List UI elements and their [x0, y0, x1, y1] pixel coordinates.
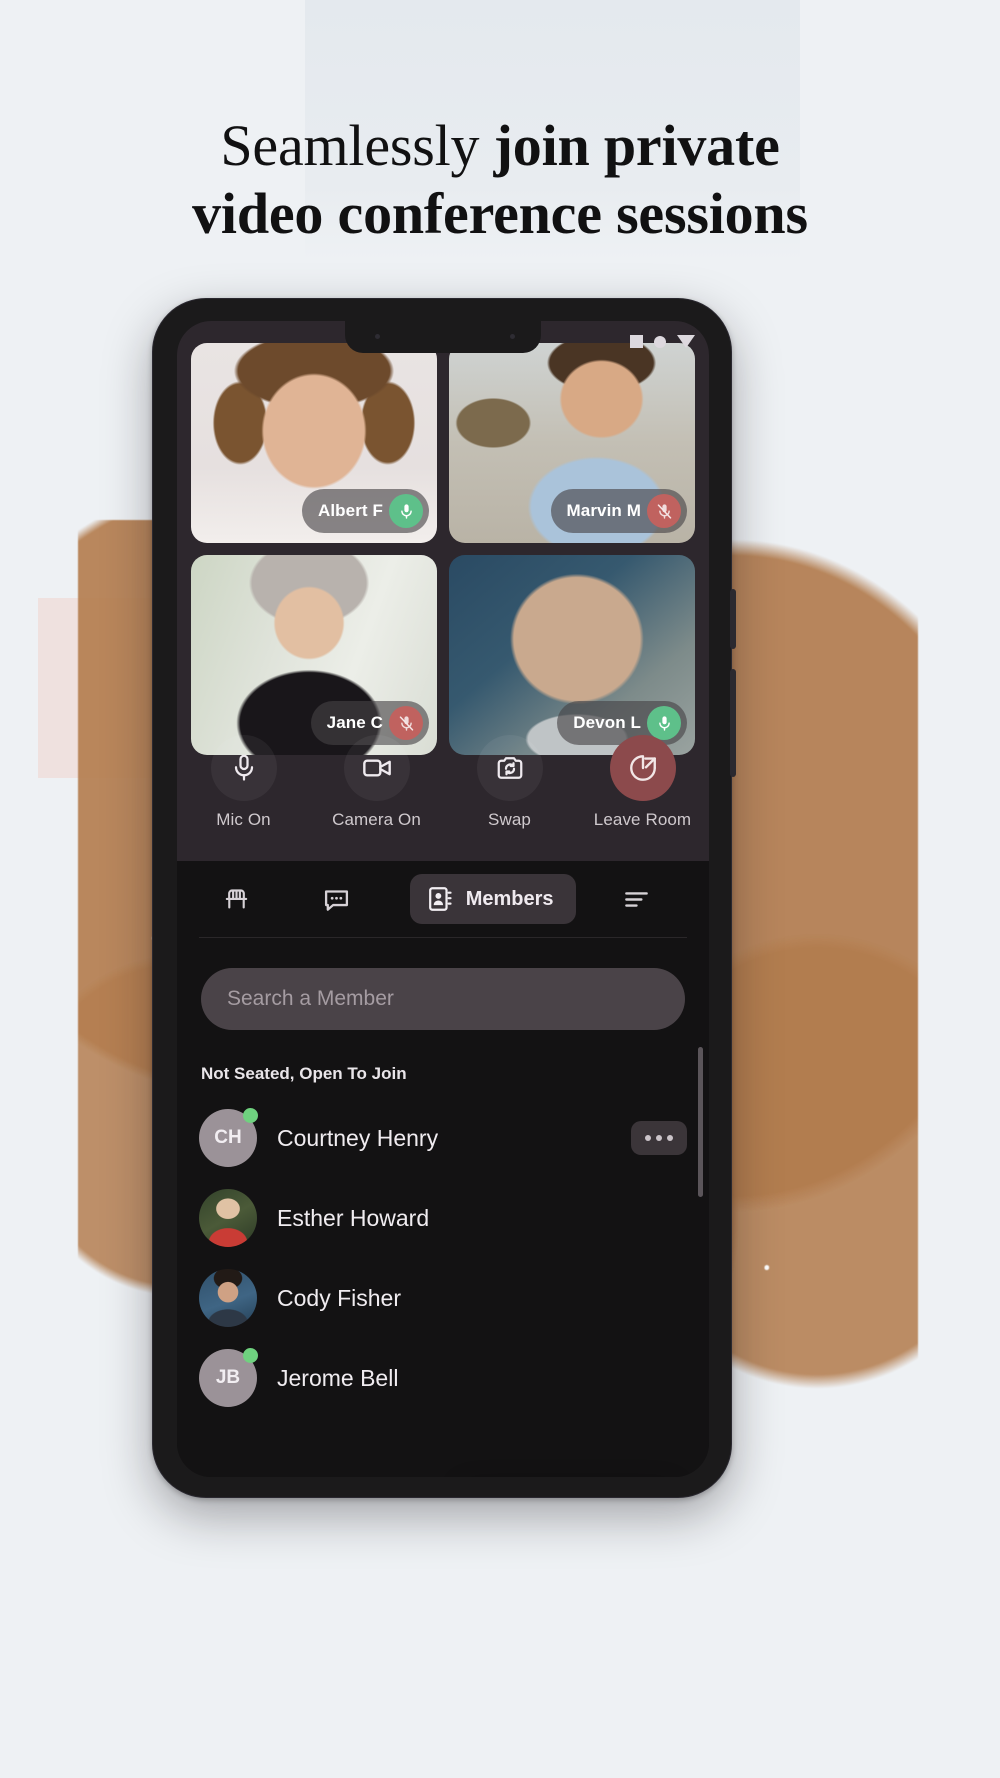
members-section-title: Not Seated, Open To Join	[201, 1064, 407, 1083]
call-controls: Mic On Camera On Swap Leave Room	[177, 721, 709, 861]
participant-name: Albert F	[317, 501, 383, 520]
members-panel: Members Search a Member Not Seated, Open…	[177, 861, 709, 1477]
chat-icon	[322, 885, 351, 914]
video-tile[interactable]: Albert F	[191, 343, 437, 543]
participant-name-pill: Marvin M	[550, 489, 687, 533]
participant-name: Marvin M	[566, 501, 641, 520]
member-name: Courtney Henry	[277, 1124, 439, 1151]
member-name: Esther Howard	[277, 1204, 430, 1231]
tab-chat[interactable]	[308, 875, 377, 924]
microphone-muted-icon[interactable]	[647, 494, 681, 528]
video-tile[interactable]: Marvin M	[449, 343, 695, 543]
camera-swap-button[interactable]: Swap	[451, 735, 569, 830]
phone-volume-button[interactable]	[730, 669, 736, 777]
member-name: Cody Fisher	[277, 1284, 401, 1311]
avatar	[199, 1269, 257, 1327]
seat-icon	[223, 886, 250, 913]
video-conference-area: Albert F Marvin M Jane C Devon L Mic On …	[177, 321, 709, 861]
status-bar	[630, 335, 695, 348]
participant-name-pill: Albert F	[301, 489, 429, 533]
phone-screen: Albert F Marvin M Jane C Devon L Mic On …	[177, 321, 709, 1477]
microphone-icon	[210, 735, 277, 801]
member-name: Jerome Bell	[277, 1364, 399, 1391]
camera-toggle-button[interactable]: Camera On	[318, 735, 436, 830]
tab-members[interactable]: Members	[409, 874, 576, 924]
circle-icon	[654, 335, 666, 348]
tab-seats[interactable]	[209, 876, 276, 923]
phone-power-button[interactable]	[730, 589, 736, 649]
leave-room-icon	[609, 735, 676, 801]
video-tile-grid: Albert F Marvin M Jane C Devon L	[191, 343, 695, 755]
headline-line2-bold: video conference sessions	[192, 181, 808, 246]
list-item[interactable]: CH Courtney Henry	[177, 1098, 709, 1178]
headline-line1-regular: Seamlessly	[220, 113, 494, 178]
avatar-initials: CH	[214, 1127, 242, 1148]
list-item[interactable]: Esther Howard	[177, 1178, 709, 1258]
search-placeholder: Search a Member	[227, 987, 394, 1010]
camera-swap-icon	[476, 735, 543, 801]
members-scrollbar[interactable]	[698, 1047, 703, 1197]
control-label: Leave Room	[593, 810, 692, 829]
list-item[interactable]: Cody Fisher	[177, 1258, 709, 1338]
video-camera-icon	[343, 735, 410, 801]
front-camera-icon	[510, 334, 515, 339]
panel-tab-bar: Members	[177, 861, 709, 937]
mic-toggle-button[interactable]: Mic On	[185, 735, 303, 830]
microphone-icon[interactable]	[389, 494, 423, 528]
page-headline: Seamlessly join private video conference…	[0, 112, 1000, 248]
search-area: Search a Member	[177, 938, 709, 1030]
avatar: CH	[199, 1108, 258, 1167]
phone-notch	[345, 321, 541, 353]
headline-line1-bold: join private	[493, 113, 780, 178]
member-options-button[interactable]	[631, 1121, 687, 1155]
control-label: Swap	[488, 810, 531, 829]
online-status-dot	[243, 1348, 258, 1363]
avatar: JB	[199, 1348, 258, 1407]
tab-label: Members	[465, 887, 554, 910]
list-icon	[622, 885, 651, 914]
phone-mockup: Albert F Marvin M Jane C Devon L Mic On …	[152, 298, 736, 1498]
avatar	[199, 1189, 257, 1247]
contacts-book-icon	[426, 885, 454, 913]
members-list: CH Courtney Henry Esther Howard Cody Fis…	[177, 1098, 709, 1418]
proximity-sensor-icon	[375, 334, 380, 339]
online-status-dot	[243, 1108, 258, 1123]
list-item[interactable]: JB Jerome Bell	[177, 1338, 709, 1418]
search-input[interactable]: Search a Member	[201, 968, 685, 1030]
control-label: Camera On	[332, 810, 421, 829]
control-label: Mic On	[216, 810, 271, 829]
square-icon	[630, 335, 643, 348]
tab-list[interactable]	[608, 875, 677, 924]
leave-room-button[interactable]: Leave Room	[584, 735, 702, 830]
avatar-initials: JB	[215, 1367, 241, 1388]
triangle-down-icon	[677, 335, 695, 348]
